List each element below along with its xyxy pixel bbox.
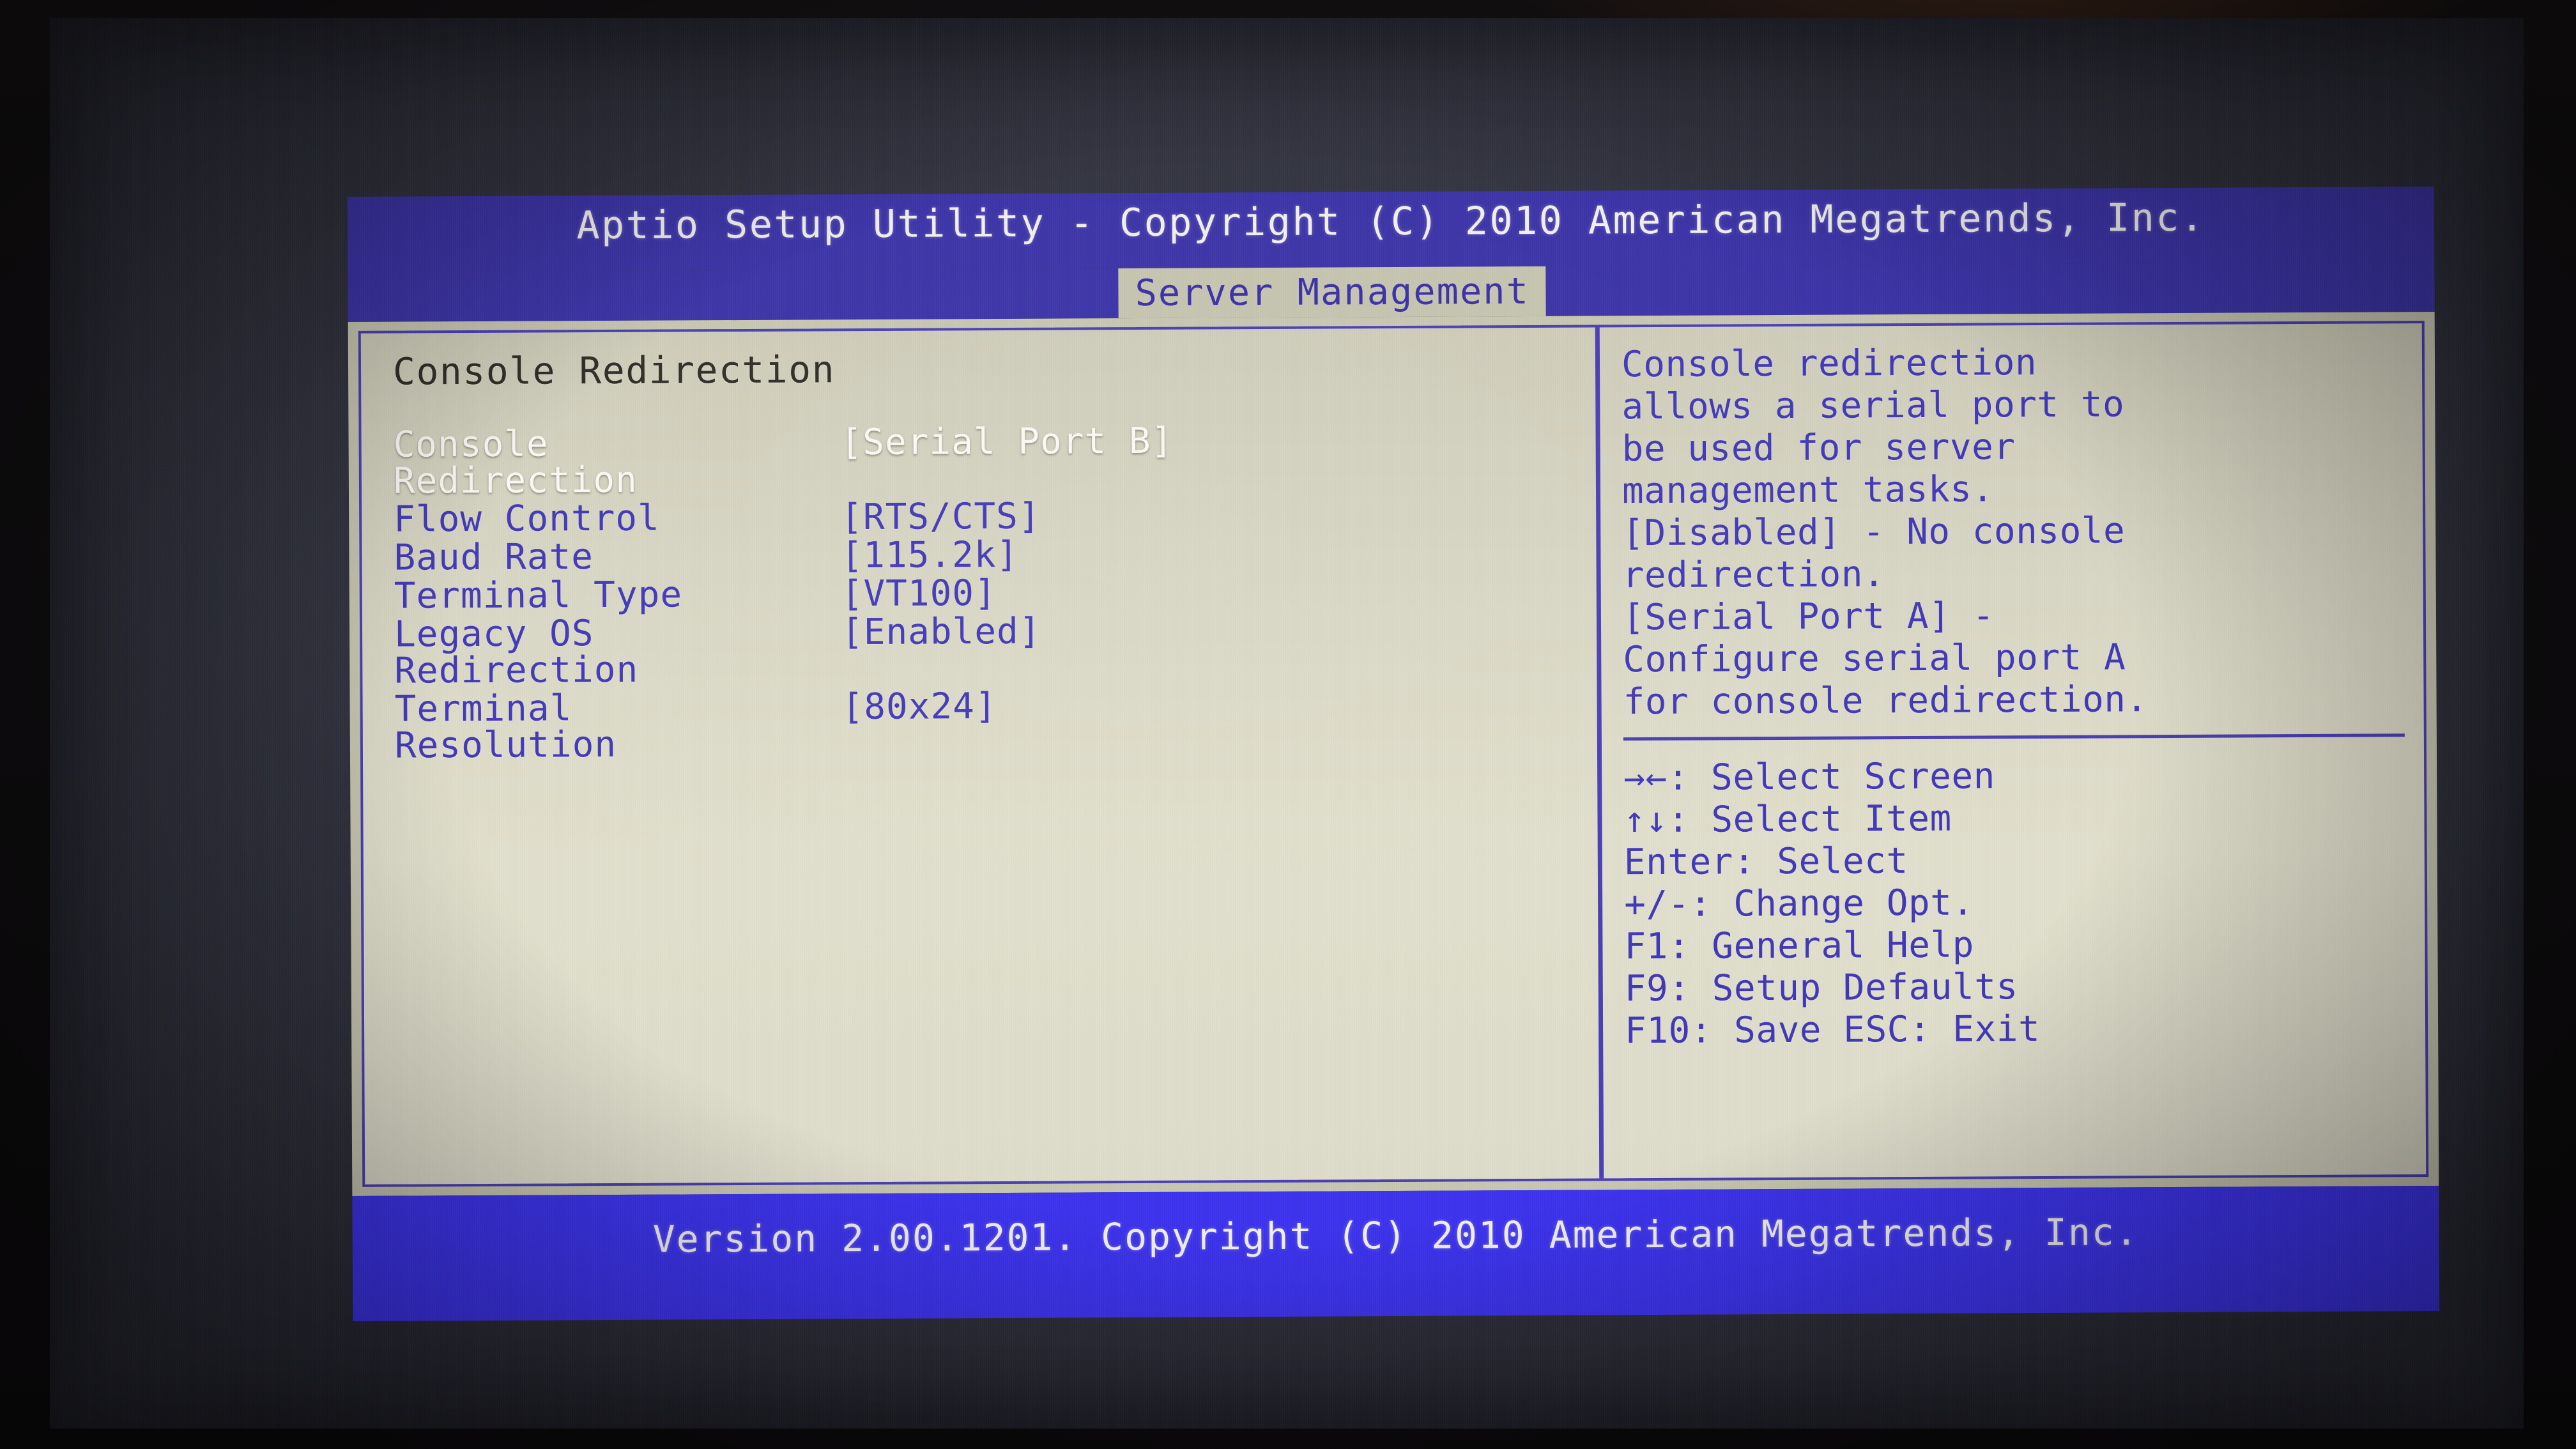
setting-row-console-redirection[interactable]: Console Redirection [Serial Port B] bbox=[393, 420, 1596, 502]
footer-bar: Version 2.00.1201. Copyright (C) 2010 Am… bbox=[352, 1186, 2440, 1321]
monitor-bezel: Aptio Setup Utility - Copyright (C) 2010… bbox=[0, 0, 2576, 1449]
help-separator bbox=[1623, 733, 2405, 741]
help-pane: Console redirection allows a serial port… bbox=[1600, 323, 2426, 1178]
page-title: Aptio Setup Utility - Copyright (C) 2010… bbox=[576, 195, 2205, 249]
setting-row-flow-control[interactable]: Flow Control [RTS/CTS] bbox=[394, 495, 1596, 540]
section-heading: Console Redirection bbox=[392, 348, 836, 394]
setting-value[interactable]: [RTS/CTS] bbox=[841, 496, 1041, 539]
setting-row-legacy-os-redirection[interactable]: Legacy OS Redirection [Enabled] bbox=[394, 610, 1597, 692]
setting-label: Console Redirection bbox=[393, 423, 638, 502]
tab-server-management[interactable]: Server Management bbox=[1118, 266, 1547, 319]
bios-setup-window: Aptio Setup Utility - Copyright (C) 2010… bbox=[347, 187, 2440, 1321]
setting-row-terminal-type[interactable]: Terminal Type [VT100] bbox=[394, 572, 1597, 617]
setting-label: Terminal Resolution bbox=[394, 687, 617, 767]
setting-value[interactable]: [80x24] bbox=[841, 686, 997, 728]
setting-label: Terminal Type bbox=[394, 574, 683, 617]
settings-pane: Console Redirection Console Redirection[… bbox=[361, 327, 1599, 1184]
help-key-legend: →←: Select Screen ↑↓: Select Item Enter:… bbox=[1623, 755, 2041, 1052]
content-inner: Console Redirection Console Redirection[… bbox=[358, 321, 2429, 1187]
title-bar: Aptio Setup Utility - Copyright (C) 2010… bbox=[347, 187, 2435, 272]
setting-value[interactable]: [115.2k] bbox=[841, 534, 1018, 576]
setting-value[interactable]: [Enabled] bbox=[841, 611, 1041, 654]
setting-value[interactable]: [Serial Port B] bbox=[840, 420, 1173, 464]
setting-value[interactable]: [VT100] bbox=[841, 572, 997, 615]
setting-row-baud-rate[interactable]: Baud Rate [115.2k] bbox=[394, 533, 1596, 579]
monitor-screen: Aptio Setup Utility - Copyright (C) 2010… bbox=[50, 18, 2524, 1429]
setting-label: Legacy OS Redirection bbox=[394, 613, 639, 692]
setting-label: Flow Control bbox=[394, 497, 660, 540]
help-description: Console redirection allows a serial port… bbox=[1621, 342, 2148, 723]
footer-version-text: Version 2.00.1201. Copyright (C) 2010 Am… bbox=[652, 1210, 2139, 1261]
content-frame: Console Redirection Console Redirection[… bbox=[348, 312, 2439, 1196]
setting-row-terminal-resolution[interactable]: Terminal Resolution [80x24] bbox=[394, 685, 1598, 767]
setting-label: Baud Rate bbox=[394, 536, 594, 579]
